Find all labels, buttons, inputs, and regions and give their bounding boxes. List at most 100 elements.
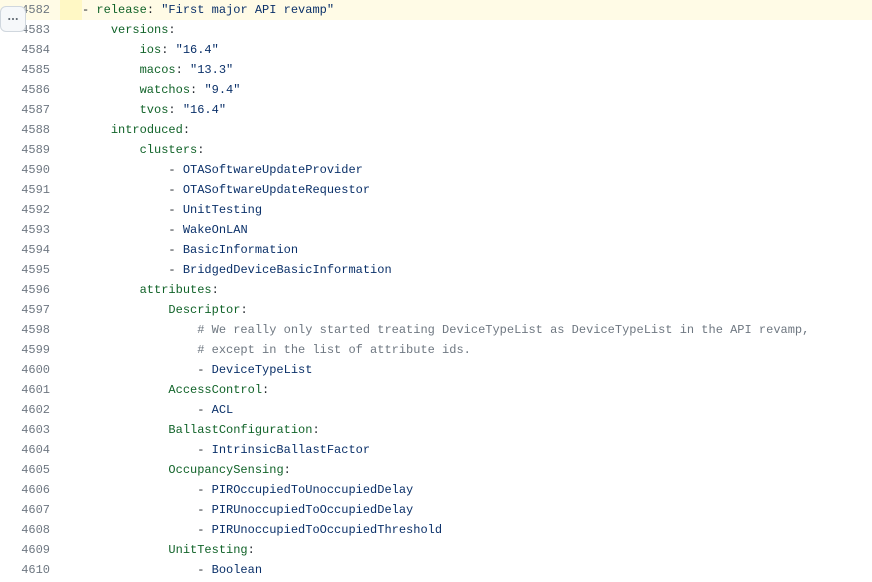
diff-marker: [60, 40, 82, 60]
line-number[interactable]: 4609: [0, 540, 60, 560]
code-content[interactable]: OccupancySensing:: [82, 460, 872, 480]
code-content[interactable]: - PIRUnoccupiedToOccupiedThreshold: [82, 520, 872, 540]
code-token: "16.4": [176, 43, 219, 57]
line-number[interactable]: 4585: [0, 60, 60, 80]
code-token: :: [147, 3, 161, 17]
code-line: 4588 introduced:: [0, 120, 872, 140]
line-number[interactable]: 4598: [0, 320, 60, 340]
code-content[interactable]: watchos: "9.4": [82, 80, 872, 100]
code-token: [82, 103, 140, 117]
code-token: [82, 423, 168, 437]
code-token: -: [168, 263, 182, 277]
code-content[interactable]: - BridgedDeviceBasicInformation: [82, 260, 872, 280]
code-token: OTASoftwareUpdateRequestor: [183, 183, 370, 197]
code-token: -: [82, 3, 96, 17]
code-line: 4596 attributes:: [0, 280, 872, 300]
diff-marker: [60, 220, 82, 240]
expand-button[interactable]: [0, 6, 26, 32]
code-content[interactable]: introduced:: [82, 120, 872, 140]
code-token: [82, 463, 168, 477]
diff-marker: [60, 540, 82, 560]
line-number[interactable]: 4589: [0, 140, 60, 160]
code-content[interactable]: - OTASoftwareUpdateProvider: [82, 160, 872, 180]
code-token: UnitTesting: [168, 543, 247, 557]
code-content[interactable]: - DeviceTypeList: [82, 360, 872, 380]
line-number[interactable]: 4601: [0, 380, 60, 400]
code-content[interactable]: # We really only started treating Device…: [82, 320, 872, 340]
line-number[interactable]: 4596: [0, 280, 60, 300]
line-number[interactable]: 4606: [0, 480, 60, 500]
code-token: [82, 543, 168, 557]
diff-marker: [60, 460, 82, 480]
line-number[interactable]: 4587: [0, 100, 60, 120]
line-number[interactable]: 4604: [0, 440, 60, 460]
code-content[interactable]: AccessControl:: [82, 380, 872, 400]
line-number[interactable]: 4586: [0, 80, 60, 100]
code-token: [82, 63, 140, 77]
code-content[interactable]: - release: "First major API revamp": [82, 0, 872, 20]
line-number[interactable]: 4590: [0, 160, 60, 180]
diff-marker: [60, 60, 82, 80]
code-line: 4599 # except in the list of attribute i…: [0, 340, 872, 360]
code-token: BridgedDeviceBasicInformation: [183, 263, 392, 277]
line-number[interactable]: 4594: [0, 240, 60, 260]
code-token: :: [168, 103, 182, 117]
code-content[interactable]: - Boolean: [82, 560, 872, 580]
line-number[interactable]: 4603: [0, 420, 60, 440]
code-line: 4584 ios: "16.4": [0, 40, 872, 60]
code-token: :: [284, 463, 291, 477]
code-content[interactable]: # except in the list of attribute ids.: [82, 340, 872, 360]
code-token: [82, 83, 140, 97]
code-token: -: [197, 403, 211, 417]
line-number[interactable]: 4602: [0, 400, 60, 420]
code-line: 4594 - BasicInformation: [0, 240, 872, 260]
code-content[interactable]: macos: "13.3": [82, 60, 872, 80]
code-content[interactable]: tvos: "16.4": [82, 100, 872, 120]
code-content[interactable]: - PIROccupiedToUnoccupiedDelay: [82, 480, 872, 500]
code-content[interactable]: - IntrinsicBallastFactor: [82, 440, 872, 460]
code-line: 4586 watchos: "9.4": [0, 80, 872, 100]
line-number[interactable]: 4593: [0, 220, 60, 240]
code-content[interactable]: - UnitTesting: [82, 200, 872, 220]
line-number[interactable]: 4599: [0, 340, 60, 360]
line-number[interactable]: 4595: [0, 260, 60, 280]
code-line: 4583 versions:: [0, 20, 872, 40]
diff-marker: [60, 400, 82, 420]
diff-marker: [60, 360, 82, 380]
code-content[interactable]: versions:: [82, 20, 872, 40]
code-content[interactable]: UnitTesting:: [82, 540, 872, 560]
diff-marker: [60, 280, 82, 300]
code-content[interactable]: - PIRUnoccupiedToOccupiedDelay: [82, 500, 872, 520]
code-token: -: [168, 163, 182, 177]
code-token: -: [168, 183, 182, 197]
line-number[interactable]: 4608: [0, 520, 60, 540]
code-content[interactable]: - WakeOnLAN: [82, 220, 872, 240]
code-token: IntrinsicBallastFactor: [212, 443, 370, 457]
line-number[interactable]: 4607: [0, 500, 60, 520]
diff-marker: [60, 520, 82, 540]
code-content[interactable]: BallastConfiguration:: [82, 420, 872, 440]
code-token: [82, 363, 197, 377]
line-number[interactable]: 4592: [0, 200, 60, 220]
diff-marker: [60, 120, 82, 140]
code-token: :: [312, 423, 319, 437]
code-content[interactable]: attributes:: [82, 280, 872, 300]
code-token: :: [161, 43, 175, 57]
code-token: [82, 43, 140, 57]
code-content[interactable]: - ACL: [82, 400, 872, 420]
code-token: # We really only started treating Device…: [197, 323, 809, 337]
code-token: macos: [140, 63, 176, 77]
line-number[interactable]: 4600: [0, 360, 60, 380]
line-number[interactable]: 4597: [0, 300, 60, 320]
diff-marker: [60, 420, 82, 440]
code-content[interactable]: - OTASoftwareUpdateRequestor: [82, 180, 872, 200]
line-number[interactable]: 4591: [0, 180, 60, 200]
code-content[interactable]: Descriptor:: [82, 300, 872, 320]
line-number[interactable]: 4588: [0, 120, 60, 140]
line-number[interactable]: 4584: [0, 40, 60, 60]
code-content[interactable]: clusters:: [82, 140, 872, 160]
code-content[interactable]: - BasicInformation: [82, 240, 872, 260]
code-content[interactable]: ios: "16.4": [82, 40, 872, 60]
line-number[interactable]: 4610: [0, 560, 60, 580]
line-number[interactable]: 4605: [0, 460, 60, 480]
